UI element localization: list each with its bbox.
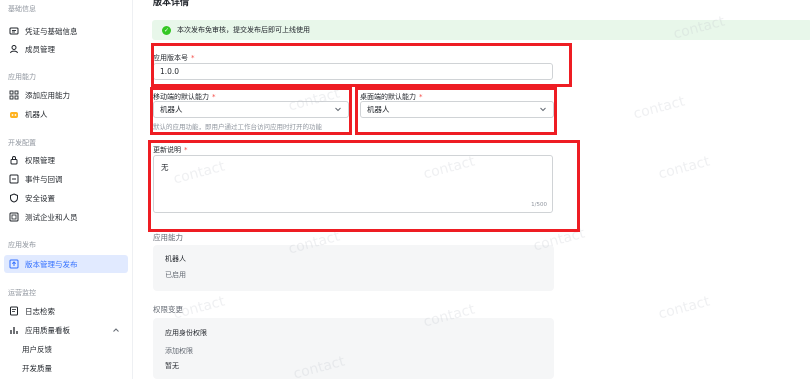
highlight-box-desktop bbox=[355, 87, 557, 135]
capability-name: 机器人 bbox=[165, 255, 186, 263]
permission-type: 应用身份权限 bbox=[165, 329, 207, 337]
sidebar-section-dev: 开发配置 bbox=[8, 139, 36, 147]
watermark: contact bbox=[631, 93, 687, 123]
sidebar-item-label: 应用质量看板 bbox=[25, 325, 70, 335]
sidebar-item-permissions[interactable]: 权限管理 bbox=[4, 151, 128, 169]
sidebar-item-label: 成员管理 bbox=[25, 44, 55, 54]
sidebar-item-test-users[interactable]: 测试企业和人员 bbox=[4, 208, 128, 226]
permission-added-value: 暂无 bbox=[165, 362, 179, 370]
sidebar-item-label: 添加应用能力 bbox=[25, 90, 70, 100]
sidebar-section-publish: 应用发布 bbox=[8, 241, 36, 249]
sidebar-item-events[interactable]: 事件与回调 bbox=[4, 170, 128, 188]
highlight-box-version bbox=[151, 43, 572, 87]
permission-panel: 应用身份权限 添加权限 暂无 bbox=[153, 318, 554, 379]
sidebar-item-robot[interactable]: 机器人 bbox=[4, 105, 128, 123]
version-icon bbox=[9, 259, 19, 269]
sidebar-item-credentials[interactable]: 凭证与基础信息 bbox=[4, 22, 128, 40]
permission-added-label: 添加权限 bbox=[165, 347, 193, 355]
highlight-box-mobile bbox=[150, 87, 352, 135]
check-circle-icon: ✓ bbox=[162, 25, 171, 35]
sidebar-item-label: 凭证与基础信息 bbox=[25, 26, 78, 36]
capability-section-title: 应用能力 bbox=[153, 233, 183, 242]
lock-icon bbox=[9, 155, 19, 165]
sidebar-item-add-capability[interactable]: 添加应用能力 bbox=[4, 86, 128, 104]
sidebar-item-label: 开发质量 bbox=[22, 363, 52, 373]
sidebar-item-members[interactable]: 成员管理 bbox=[4, 40, 128, 58]
sidebar-item-label: 日志检索 bbox=[25, 306, 55, 316]
sidebar-item-label: 用户反馈 bbox=[22, 344, 52, 354]
test-icon bbox=[9, 212, 19, 222]
sidebar-section-basic: 基础信息 bbox=[8, 5, 36, 13]
watermark: contact bbox=[656, 153, 712, 183]
sidebar: 基础信息 凭证与基础信息 成员管理 应用能力 添加应用能力 机器人 开发配置 权… bbox=[0, 0, 133, 379]
user-icon bbox=[9, 44, 19, 54]
sidebar-item-security[interactable]: 安全设置 bbox=[4, 189, 128, 207]
chevron-up-icon[interactable] bbox=[112, 326, 120, 336]
sidebar-section-capability: 应用能力 bbox=[8, 73, 36, 81]
sidebar-item-dev-quality[interactable]: 开发质量 bbox=[4, 359, 128, 377]
id-card-icon bbox=[9, 26, 19, 36]
watermark: contact bbox=[656, 293, 712, 323]
sidebar-item-label: 权限管理 bbox=[25, 155, 55, 165]
sidebar-item-user-feedback[interactable]: 用户反馈 bbox=[4, 340, 128, 358]
page-title: 版本详情 bbox=[153, 0, 190, 8]
capability-panel: 机器人 已启用 bbox=[153, 245, 554, 291]
log-icon bbox=[9, 306, 19, 316]
sidebar-item-quality-dashboard[interactable]: 应用质量看板 bbox=[4, 321, 128, 339]
sidebar-item-label: 事件与回调 bbox=[25, 174, 63, 184]
event-icon bbox=[9, 174, 19, 184]
sidebar-item-label: 机器人 bbox=[25, 109, 48, 119]
shield-icon bbox=[9, 193, 19, 203]
capability-status: 已启用 bbox=[165, 271, 186, 279]
grid-icon bbox=[9, 90, 19, 100]
sidebar-item-version-release[interactable]: 版本管理与发布 bbox=[4, 255, 128, 273]
sidebar-item-log-search[interactable]: 日志检索 bbox=[4, 302, 128, 320]
sidebar-item-label: 安全设置 bbox=[25, 193, 55, 203]
sidebar-item-label: 版本管理与发布 bbox=[25, 259, 78, 269]
sidebar-item-label: 测试企业和人员 bbox=[25, 212, 78, 222]
sidebar-section-monitor: 运营监控 bbox=[8, 289, 36, 297]
highlight-box-notes bbox=[148, 140, 580, 232]
chart-icon bbox=[9, 325, 19, 335]
robot-icon bbox=[9, 109, 19, 119]
banner-text: 本次发布免审核，提交发布后即可上线使用 bbox=[177, 26, 310, 34]
